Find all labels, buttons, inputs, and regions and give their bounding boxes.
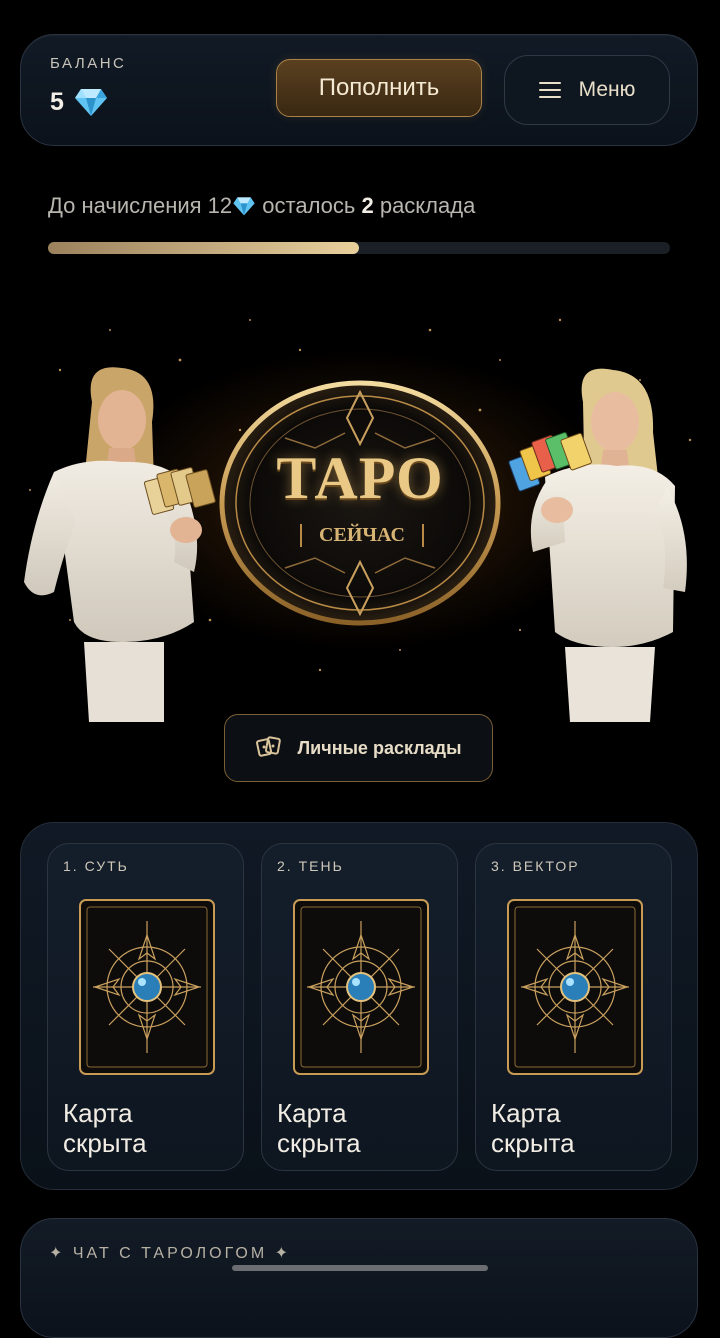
chat-title-text: ЧАТ С ТАРОЛОГОМ [72,1245,268,1262]
progress-text-mid: осталось [256,193,362,218]
topup-button[interactable]: Пополнить [276,59,482,117]
menu-button[interactable]: Меню [504,55,670,125]
balance-amount: 5 [50,87,64,116]
sparkle-icon: ✦ [49,1245,73,1262]
diamond-icon [74,87,108,117]
card-slot-label: 3. ВЕКТОР [491,858,580,874]
personal-readings-button[interactable]: Личные расклады [224,714,493,782]
taro-logo-subtitle: СЕЙЧАС [300,524,424,547]
progress-bar-fill [48,242,359,254]
hamburger-icon [538,81,561,99]
personal-readings-label: Личные расклады [297,737,462,758]
card-back-image [79,899,215,1075]
home-indicator[interactable] [232,1265,488,1271]
card-slot-vector[interactable]: 3. ВЕКТОР Карта скрыта [475,843,672,1171]
hero-banner: ТАРО СЕЙЧАС [0,290,720,722]
balance-header: БАЛАНС 5 Пополнить Меню [20,34,698,146]
chat-with-tarologist-panel[interactable]: ✦ ЧАТ С ТАРОЛОГОМ ✦ [20,1218,698,1338]
card-back-image [507,899,643,1075]
progress-text-after: расклада [373,193,476,218]
card-status: Карта скрыта [63,1098,147,1158]
card-slot-essence[interactable]: 1. СУТЬ Карта скрыта [47,843,244,1171]
balance-value-row: 5 [50,87,108,117]
progress-text: До начисления 12 осталось 2 расклада [48,193,475,219]
card-slot-label: 2. ТЕНЬ [277,858,344,874]
card-status: Карта скрыта [277,1098,361,1158]
diamond-icon [232,196,256,216]
cards-icon [255,735,282,762]
card-slot-label: 1. СУТЬ [63,858,129,874]
spread-cards-panel: 1. СУТЬ Карта скрыта 2. ТЕНЬ Карта скрыт… [20,822,698,1190]
card-slot-shadow[interactable]: 2. ТЕНЬ Карта скрыта [261,843,458,1171]
tarot-reader-left-image [24,367,216,722]
progress-text-before: До начисления 12 [48,193,233,218]
balance-label: БАЛАНС [50,55,127,72]
tarot-reader-right-image [508,368,687,722]
sparkle-icon: ✦ [267,1245,292,1262]
progress-remaining: 2 [361,193,374,218]
progress-bar [48,242,670,254]
menu-label: Меню [578,78,636,101]
card-status: Карта скрыта [491,1098,575,1158]
chat-title: ✦ ЧАТ С ТАРОЛОГОМ ✦ [49,1243,291,1263]
card-back-image [293,899,429,1075]
taro-logo-title: ТАРО [276,445,444,511]
